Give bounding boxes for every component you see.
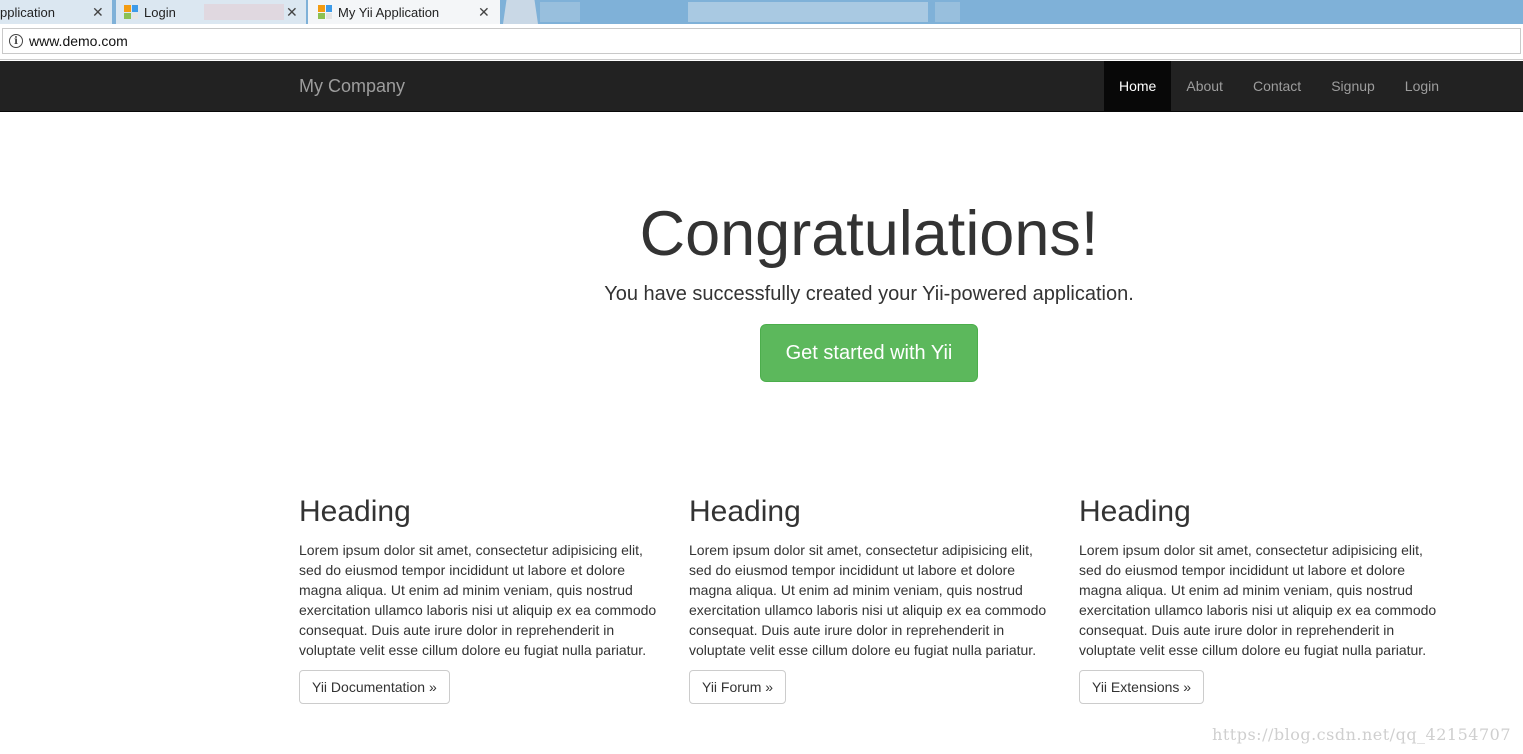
column-1: Heading Lorem ipsum dolor sit amet, cons… [299,490,659,704]
column-heading: Heading [1079,495,1191,528]
blurred-tab [688,2,928,22]
column-text: Lorem ipsum dolor sit amet, consectetur … [1079,542,1437,658]
nav-item-about[interactable]: About [1171,61,1238,111]
brand-link[interactable]: My Company [299,76,405,97]
browser-tab-my-yii-application[interactable]: My Yii Application ✕ [308,0,500,24]
yii-favicon-icon [124,5,138,19]
close-icon[interactable]: ✕ [286,4,298,21]
info-icon[interactable]: i [9,34,23,48]
nav-item-signup[interactable]: Signup [1316,61,1390,111]
url-text: www.demo.com [29,33,128,49]
nav-item-home[interactable]: Home [1104,61,1172,111]
close-icon[interactable]: ✕ [92,4,104,21]
jumbotron-lead: You have successfully created your Yii-p… [604,283,1134,306]
column-3: Heading Lorem ipsum dolor sit amet, cons… [1079,490,1439,704]
browser-tab-login[interactable]: Login ✕ [116,0,306,24]
get-started-button[interactable]: Get started with Yii [759,324,979,383]
nav-menu: Home About Contact Signup Login [1104,61,1454,111]
nav-item-login[interactable]: Login [1390,61,1454,111]
watermark: https://blog.csdn.net/qq_42154707 [1212,725,1511,744]
tab-label: My Yii Application [338,4,440,20]
yii-documentation-button[interactable]: Yii Documentation » [299,670,450,704]
jumbotron: Congratulations! You have successfully c… [299,112,1439,383]
close-icon[interactable]: ✕ [478,4,490,21]
yii-forum-button[interactable]: Yii Forum » [689,670,787,704]
column-2: Heading Lorem ipsum dolor sit amet, cons… [689,490,1049,704]
column-text: Lorem ipsum dolor sit amet, consectetur … [299,542,657,658]
column-heading: Heading [299,495,411,528]
blurred-tab [540,2,580,22]
nav-item-contact[interactable]: Contact [1238,61,1316,111]
column-text: Lorem ipsum dolor sit amet, consectetur … [689,542,1047,658]
blurred-tab-content [204,4,284,20]
yii-favicon-icon [318,5,332,19]
navbar: My Company Home About Contact Signup Log… [0,61,1523,112]
browser-tab-application[interactable]: pplication ✕ [0,0,112,24]
browser-tabstrip: pplication ✕ Login ✕ My Yii Application … [0,0,1523,24]
jumbotron-title: Congratulations! [639,199,1099,269]
browser-address-bar: i www.demo.com [0,24,1523,60]
tab-label: pplication [0,4,55,20]
tab-label: Login [144,4,176,20]
yii-extensions-button[interactable]: Yii Extensions » [1079,670,1205,704]
url-field[interactable]: i www.demo.com [2,28,1521,54]
new-tab-button[interactable] [503,0,538,24]
column-heading: Heading [689,495,801,528]
blurred-tab [935,2,960,22]
